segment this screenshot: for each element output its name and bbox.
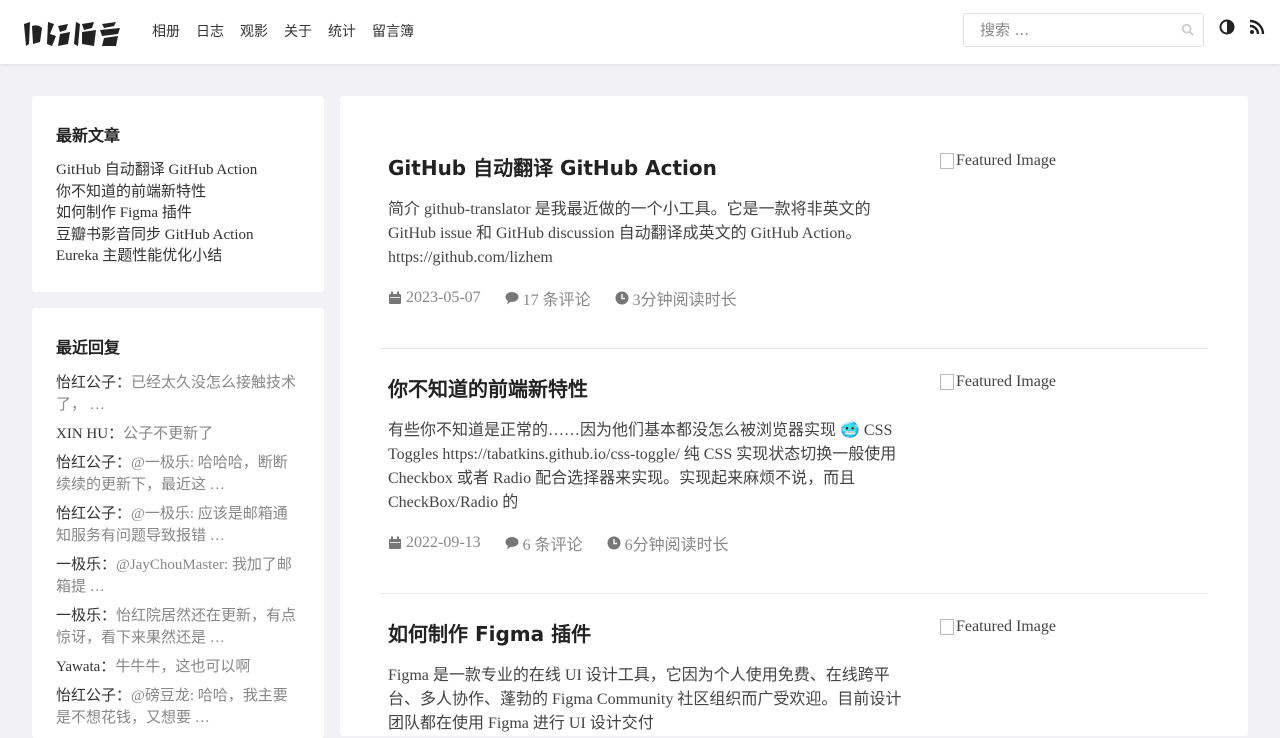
- post-divider: [380, 593, 1208, 594]
- reply-item: 怡红公子：@磅豆龙: 哈哈，我主要是不想花钱，又想要 …: [56, 685, 300, 729]
- latest-post-link[interactable]: Eureka 主题性能优化小结: [56, 246, 306, 268]
- latest-post-link[interactable]: GitHub 自动翻译 GitHub Action: [56, 160, 306, 182]
- calendar-icon: [389, 536, 401, 549]
- nav-item-stats[interactable]: 统计: [328, 22, 356, 42]
- reply-item: 一极乐：@JayChouMaster: 我加了邮箱提 …: [56, 554, 300, 598]
- reply-author: 怡红公子：: [56, 455, 132, 471]
- reply-text[interactable]: 公子不更新了: [123, 426, 213, 442]
- latest-posts-title: 最新文章: [56, 126, 121, 145]
- comment-icon: [505, 537, 519, 550]
- site-header: 相册 日志 观影 关于 统计 留言簿: [0, 0, 1280, 64]
- post-comments[interactable]: 6 条评论: [523, 531, 583, 555]
- theme-toggle-icon[interactable]: [1219, 19, 1235, 35]
- nav-item-about[interactable]: 关于: [284, 22, 312, 42]
- post-title[interactable]: GitHub 自动翻译 GitHub Action: [388, 152, 717, 181]
- featured-image[interactable]: Featured Image: [940, 618, 1056, 636]
- post-meta: 2023-05-07 17 条评论 3分钟阅读时长: [388, 286, 737, 310]
- post-comments[interactable]: 17 条评论: [523, 286, 591, 310]
- post-date: 2023-05-07: [406, 289, 481, 306]
- nav-item-journal[interactable]: 日志: [196, 22, 224, 42]
- recent-replies-title: 最近回复: [56, 338, 121, 357]
- reply-author: 一极乐：: [56, 557, 117, 573]
- broken-image-icon: [940, 619, 954, 635]
- site-logo[interactable]: [20, 14, 128, 50]
- post-meta: 2022-09-13 6 条评论 6分钟阅读时长: [388, 531, 729, 555]
- reply-item: XIN HU：公子不更新了: [56, 423, 300, 445]
- reply-author: 一极乐：: [56, 608, 117, 624]
- reply-item: 怡红公子：已经太久没怎么接触技术了， …: [56, 372, 300, 416]
- nav-item-guestbook[interactable]: 留言簿: [372, 22, 414, 42]
- latest-post-link[interactable]: 你不知道的前端新特性: [56, 182, 306, 204]
- calendar-icon: [389, 291, 401, 304]
- reply-item: 一极乐：怡红院居然还在更新，有点惊讶，看下来果然还是 …: [56, 605, 300, 649]
- post-excerpt: 简介 github-translator 是我最近做的一个小工具。它是一款将非英…: [388, 201, 871, 266]
- reply-item: 怡红公子：@一极乐: 应该是邮箱通知服务有问题导致报错 …: [56, 503, 300, 547]
- post-list: GitHub 自动翻译 GitHub Action 简介 github-tran…: [340, 96, 1248, 736]
- reply-author: XIN HU：: [56, 426, 124, 442]
- reply-item: 怡红公子：@一极乐: 哈哈哈，断断续续的更新下，最近这 …: [56, 452, 300, 496]
- latest-posts-widget: 最新文章 GitHub 自动翻译 GitHub Action 你不知道的前端新特…: [32, 96, 324, 292]
- search-input[interactable]: [964, 14, 1179, 46]
- latest-post-link[interactable]: 豆瓣书影音同步 GitHub Action: [56, 225, 306, 247]
- post-excerpt: Figma 是一款专业的在线 UI 设计工具，它因为个人使用免费、在线跨平台、多…: [388, 667, 902, 732]
- recent-replies-list: 怡红公子：已经太久没怎么接触技术了， … XIN HU：公子不更新了 怡红公子：…: [56, 372, 300, 736]
- post-read-time: 6分钟阅读时长: [624, 537, 729, 554]
- rss-icon[interactable]: [1249, 19, 1265, 35]
- post-date: 2022-09-13: [406, 534, 481, 551]
- nav-item-movies[interactable]: 观影: [240, 22, 268, 42]
- reply-text[interactable]: 牛牛牛，这也可以啊: [115, 659, 250, 675]
- recent-replies-widget: 最近回复 怡红公子：已经太久没怎么接触技术了， … XIN HU：公子不更新了 …: [32, 308, 324, 738]
- post-read-time: 3分钟阅读时长: [632, 292, 737, 309]
- featured-image-alt: Featured Image: [956, 373, 1056, 390]
- comment-icon: [505, 292, 519, 305]
- reply-author: 怡红公子：: [56, 506, 132, 522]
- nav-item-album[interactable]: 相册: [152, 22, 180, 42]
- post-divider: [380, 348, 1208, 349]
- featured-image[interactable]: Featured Image: [940, 152, 1056, 170]
- main-nav: 相册 日志 观影 关于 统计 留言簿: [152, 22, 414, 42]
- reply-author: 怡红公子：: [56, 688, 132, 704]
- featured-image-alt: Featured Image: [956, 152, 1056, 169]
- latest-posts-list: GitHub 自动翻译 GitHub Action 你不知道的前端新特性 如何制…: [56, 160, 306, 268]
- clock-icon: [615, 291, 629, 305]
- broken-image-icon: [940, 374, 954, 390]
- latest-post-link[interactable]: 如何制作 Figma 插件: [56, 203, 306, 225]
- post-excerpt: 有些你不知道是正常的……因为他们基本都没怎么被浏览器实现 🥶 CSS Toggl…: [388, 422, 897, 511]
- post-title[interactable]: 如何制作 Figma 插件: [388, 618, 591, 647]
- broken-image-icon: [940, 153, 954, 169]
- clock-icon: [607, 536, 621, 550]
- search-icon[interactable]: [1181, 23, 1195, 37]
- reply-item: Yawata：牛牛牛，这也可以啊: [56, 656, 300, 678]
- reply-author: 怡红公子：: [56, 375, 132, 391]
- search-box: [963, 13, 1204, 47]
- post-title[interactable]: 你不知道的前端新特性: [388, 373, 588, 402]
- featured-image[interactable]: Featured Image: [940, 373, 1056, 391]
- reply-author: Yawata：: [56, 659, 116, 675]
- featured-image-alt: Featured Image: [956, 618, 1056, 635]
